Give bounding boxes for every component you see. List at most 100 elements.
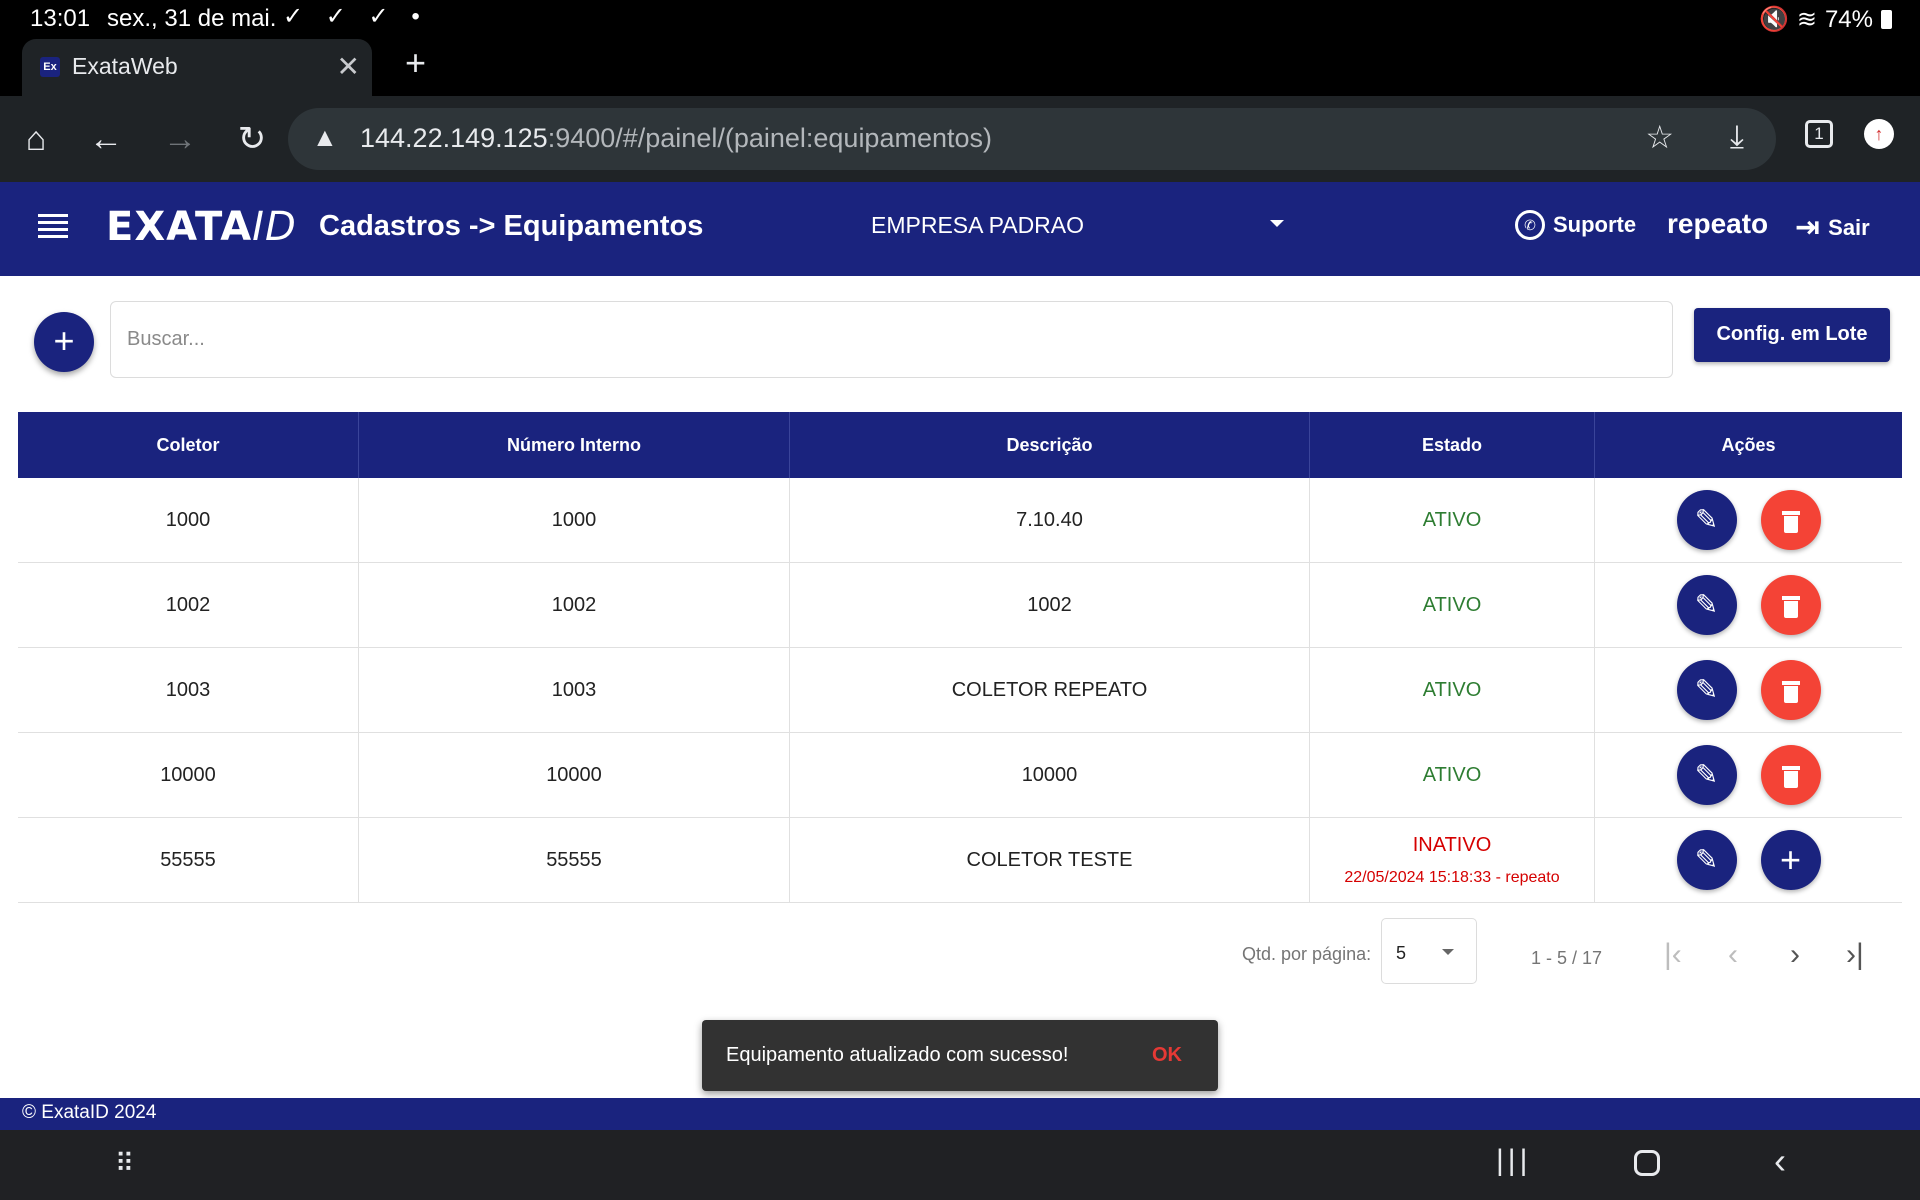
column-header-coletor[interactable]: Coletor [18,412,359,478]
delete-button[interactable] [1760,660,1821,720]
page-title: Cadastros -> Equipamentos [319,210,704,242]
favicon-icon: Ex [40,57,60,77]
recent-apps-icon[interactable]: ||| [1496,1144,1531,1178]
table-header: Coletor Número Interno Descrição Estado … [18,412,1902,478]
address-bar[interactable]: ▲ 144.22.149.125:9400/#/painel/(painel:e… [288,108,1776,170]
cell-coletor: 55555 [18,818,359,902]
edit-button[interactable]: ✎ [1676,490,1737,550]
cell-estado: INATIVO 22/05/2024 15:18:33 - repeato [1310,818,1595,902]
logo-suffix: ID [252,204,297,250]
app-drawer-icon[interactable]: ⠿ [115,1148,136,1179]
cell-numero-interno: 55555 [359,818,790,902]
reload-icon[interactable]: ↻ [230,118,274,162]
back-arrow-icon[interactable]: ← [84,118,128,162]
column-header-acoes: Ações [1721,434,1776,455]
column-header-estado[interactable]: Estado [1310,412,1595,478]
snackbar: Equipamento atualizado com sucesso! OK [702,1020,1218,1091]
profile-update-icon[interactable]: ↑ [1864,119,1894,149]
whatsapp-icon: ✆ [1515,210,1545,240]
support-button[interactable]: ✆ Suporte [1515,210,1636,240]
battery-icon [1881,10,1892,29]
delete-button[interactable] [1760,575,1821,635]
status-right-icons: 🔇 ≋ 74% [1759,5,1892,34]
logout-label: Sair [1828,214,1870,240]
trash-icon [1781,680,1800,703]
status-time: 13:01 [30,5,91,32]
cell-descricao: COLETOR TESTE [790,818,1310,902]
search-input[interactable] [110,301,1673,378]
tab-title: ExataWeb [72,53,178,79]
cell-numero-interno: 1003 [359,648,790,732]
reactivate-button[interactable]: + [1760,830,1821,890]
cell-descricao: COLETOR REPEATO [790,648,1310,732]
trash-icon [1781,510,1800,533]
close-tab-icon[interactable]: ✕ [337,50,360,83]
notification-icons: ✓ ✓ ✓ • [283,3,428,30]
per-page-select[interactable]: 5 [1381,918,1477,984]
per-page-label: Qtd. por página: [1242,944,1372,964]
delete-button[interactable] [1760,490,1821,550]
edit-button[interactable]: ✎ [1676,745,1737,805]
edit-button[interactable]: ✎ [1676,660,1737,720]
cell-estado: ATIVO [1310,478,1595,562]
cell-acoes: ✎ [1595,648,1902,732]
cell-numero-interno: 10000 [359,733,790,817]
previous-page-icon[interactable]: ‹ [1728,938,1738,972]
home-icon[interactable]: ⌂ [14,118,58,162]
system-status-bar: 13:01 sex., 31 de mai. ✓ ✓ ✓ • 🔇 ≋ 74% [0,0,1920,36]
chevron-down-icon [1442,949,1454,955]
per-page-value: 5 [1396,943,1407,963]
back-nav-icon[interactable]: ‹ [1774,1140,1786,1182]
url-path: :9400/#/painel/(painel:equipamentos) [547,123,993,153]
logout-icon: ⇥ [1795,211,1821,244]
footer: © ExataID 2024 [0,1098,1920,1130]
edit-button[interactable]: ✎ [1676,575,1737,635]
tab-count-button[interactable]: 1 [1805,120,1833,148]
batch-config-button[interactable]: Config. em Lote [1694,308,1890,362]
last-page-icon[interactable]: ›| [1846,938,1864,972]
pagination-range: 1 - 5 / 17 [1531,948,1603,968]
logout-button[interactable]: ⇥ Sair [1795,210,1870,245]
browser-tab[interactable]: Ex ExataWeb ✕ [22,39,372,96]
cell-numero-interno: 1000 [359,478,790,562]
cell-estado: ATIVO [1310,733,1595,817]
cell-coletor: 10000 [18,733,359,817]
cell-coletor: 1003 [18,648,359,732]
wifi-icon: ≋ [1796,6,1817,33]
browser-tab-strip: Ex ExataWeb ✕ + [0,36,1920,96]
trash-icon [1781,765,1800,788]
column-header-numero-interno[interactable]: Número Interno [359,412,790,478]
forward-arrow-icon[interactable]: → [158,118,202,162]
home-button-icon[interactable] [1634,1150,1660,1176]
bookmark-star-icon[interactable]: ☆ [1645,118,1674,156]
delete-button[interactable] [1760,745,1821,805]
new-tab-icon[interactable]: + [405,42,426,84]
first-page-icon[interactable]: |‹ [1664,938,1682,972]
mute-icon: 🔇 [1758,6,1789,33]
current-username: repeato [1667,208,1769,239]
column-header-descricao[interactable]: Descrição [790,412,1310,478]
chevron-down-icon[interactable] [1270,220,1284,227]
cell-estado: ATIVO [1310,648,1595,732]
snackbar-message: Equipamento atualizado com sucesso! [726,1044,1069,1066]
menu-hamburger-icon[interactable] [38,214,68,240]
company-select[interactable]: EMPRESA PADRAO [871,212,1084,239]
cell-coletor: 1002 [18,563,359,647]
edit-button[interactable]: ✎ [1676,830,1737,890]
cell-estado: ATIVO [1310,563,1595,647]
snackbar-ok-button[interactable]: OK [1152,1044,1182,1067]
cell-acoes: ✎ [1595,733,1902,817]
url-text[interactable]: 144.22.149.125:9400/#/painel/(painel:equ… [360,123,992,154]
pencil-icon: ✎ [1694,844,1719,875]
cell-acoes: ✎ + [1595,818,1902,902]
app-header: EXATAID Cadastros -> Equipamentos EMPRES… [0,182,1920,276]
download-icon[interactable]: ⤓ [1730,118,1744,156]
cell-acoes: ✎ [1595,478,1902,562]
not-secure-warning-icon[interactable]: ▲ [312,122,338,153]
support-label: Suporte [1553,212,1637,237]
url-host: 144.22.149.125 [360,123,548,153]
trash-icon [1781,595,1800,618]
exataid-logo: EXATAID [106,204,297,250]
next-page-icon[interactable]: › [1790,938,1800,972]
add-equipment-button[interactable]: + [34,312,94,372]
